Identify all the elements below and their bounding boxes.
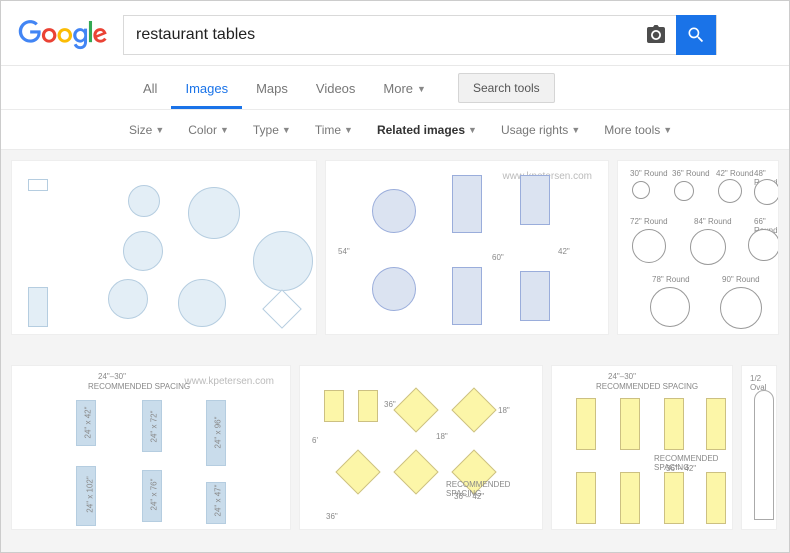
search-button[interactable] <box>676 15 716 55</box>
result-thumb[interactable]: 24"–30" RECOMMENDED SPACING RECOMMENDED … <box>551 365 733 530</box>
result-thumb[interactable]: www.kpetersen.com 54" 60" 42" <box>325 160 609 335</box>
result-thumb[interactable]: 36" 6' 18" 18" 36" RECOMMENDED SPACING 3… <box>299 365 543 530</box>
filter-size[interactable]: Size▼ <box>129 123 164 137</box>
header <box>1 1 789 66</box>
tab-maps[interactable]: Maps <box>242 69 302 109</box>
filter-moretools[interactable]: More tools▼ <box>604 123 672 137</box>
result-thumb[interactable]: 1/2 Oval <box>741 365 777 530</box>
image-results: www.kpetersen.com 54" 60" 42" 30" Round … <box>1 150 789 552</box>
filter-color[interactable]: Color▼ <box>188 123 229 137</box>
nav-tabs: All Images Maps Videos More▼ Search tool… <box>1 66 789 110</box>
caret-down-icon: ▼ <box>571 125 580 135</box>
search-input[interactable] <box>124 26 644 44</box>
tab-videos[interactable]: Videos <box>302 69 370 109</box>
result-thumb[interactable]: www.kpetersen.com 24"–30" RECOMMENDED SP… <box>11 365 291 530</box>
filter-usage[interactable]: Usage rights▼ <box>501 123 580 137</box>
caret-down-icon: ▼ <box>663 125 672 135</box>
search-box <box>123 15 717 55</box>
watermark: www.kpetersen.com <box>185 376 274 387</box>
camera-icon[interactable] <box>644 23 668 47</box>
filter-related[interactable]: Related images▼ <box>377 123 477 137</box>
caret-down-icon: ▼ <box>282 125 291 135</box>
caret-down-icon: ▼ <box>220 125 229 135</box>
filter-bar: Size▼ Color▼ Type▼ Time▼ Related images▼… <box>1 110 789 150</box>
caret-down-icon: ▼ <box>468 125 477 135</box>
tab-images[interactable]: Images <box>171 69 242 109</box>
caret-down-icon: ▼ <box>155 125 164 135</box>
search-tools-button[interactable]: Search tools <box>458 73 555 103</box>
tab-all[interactable]: All <box>129 69 171 109</box>
search-icon <box>686 25 706 45</box>
google-logo[interactable] <box>17 20 109 50</box>
caret-down-icon: ▼ <box>417 84 426 94</box>
tab-more[interactable]: More▼ <box>369 69 440 109</box>
result-thumb[interactable] <box>11 160 317 335</box>
filter-time[interactable]: Time▼ <box>315 123 353 137</box>
result-thumb[interactable]: 30" Round 36" Round 42" Round 48" Round … <box>617 160 779 335</box>
filter-type[interactable]: Type▼ <box>253 123 291 137</box>
caret-down-icon: ▼ <box>344 125 353 135</box>
